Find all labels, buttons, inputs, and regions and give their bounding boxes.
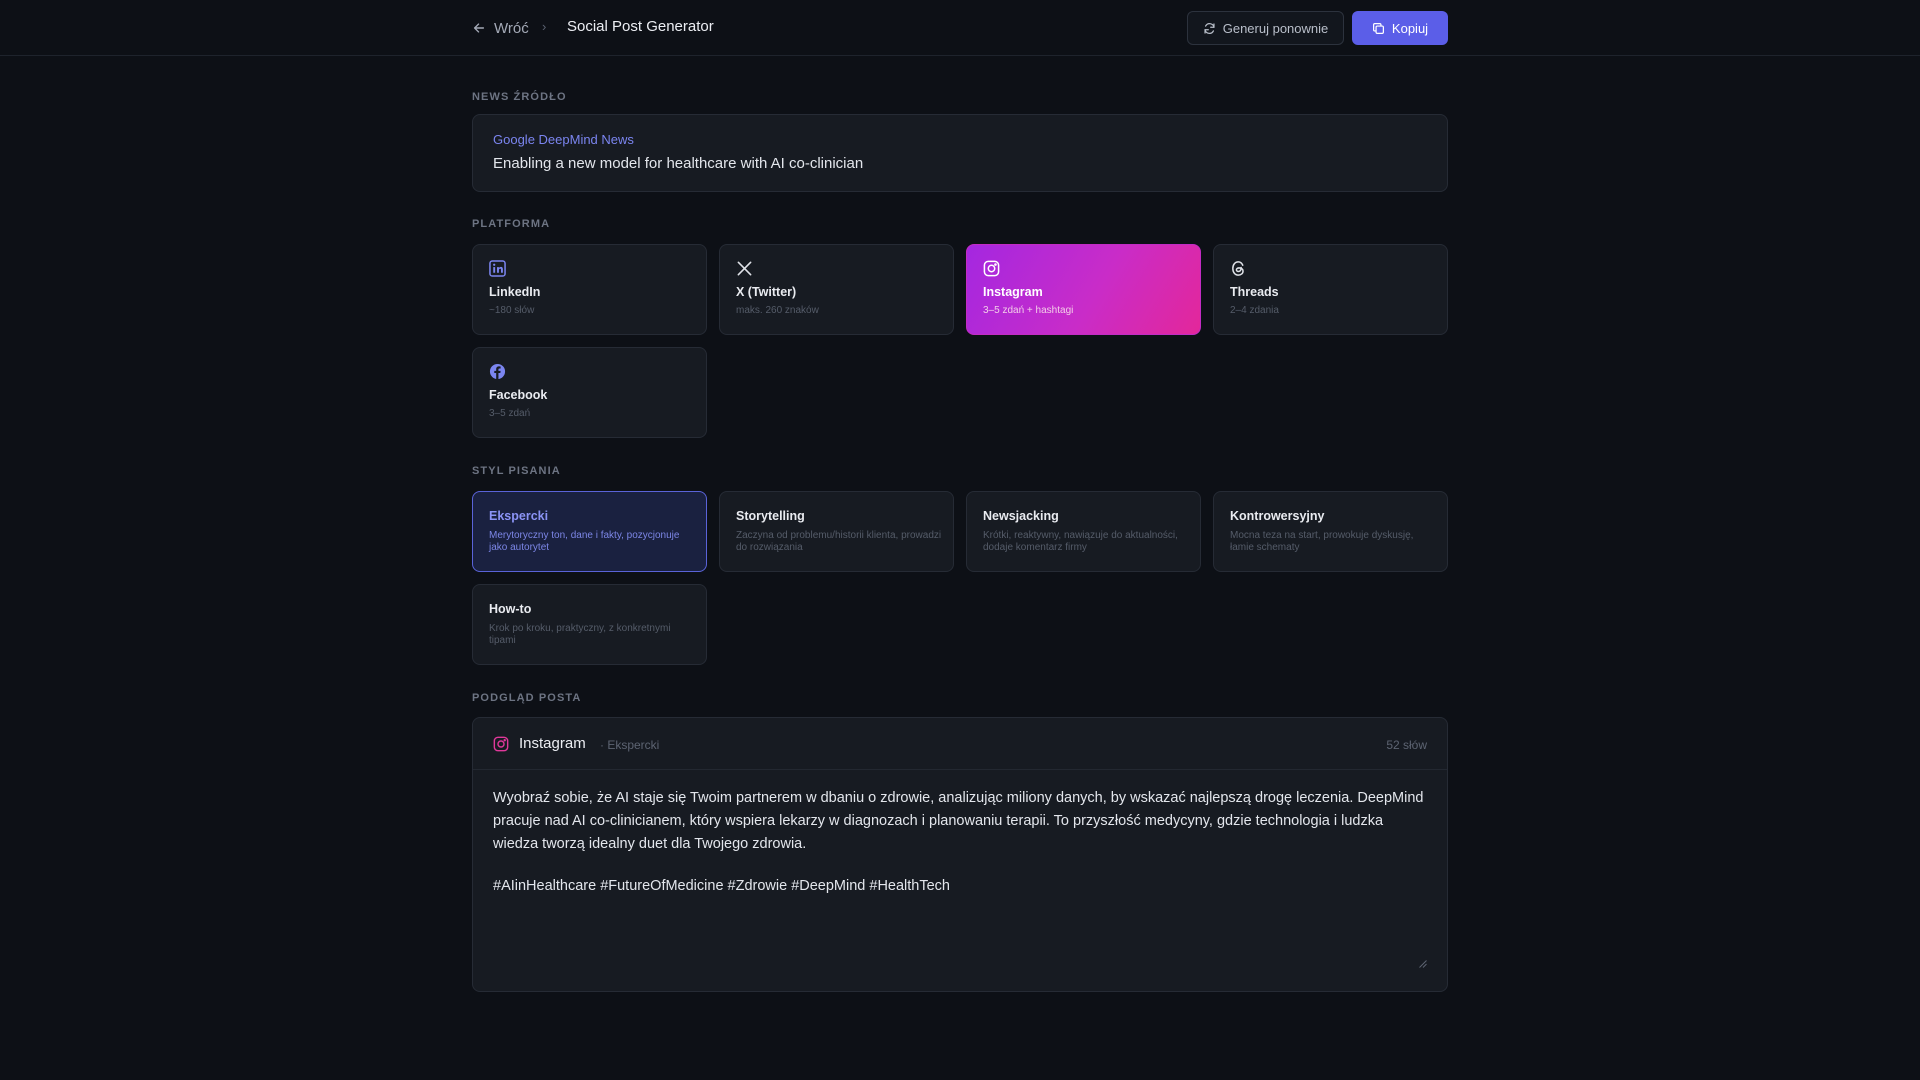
- breadcrumb-separator: ›: [542, 19, 547, 34]
- source-title: Enabling a new model for healthcare with…: [493, 155, 864, 172]
- refresh-icon: [1204, 22, 1215, 34]
- back-label: Wróć: [494, 19, 529, 37]
- platform-card-facebook[interactable]: Facebook 3–5 zdań: [472, 347, 707, 438]
- style-desc: Mocna teza na start, prowokuje dyskusję,…: [1230, 530, 1414, 553]
- platform-card-instagram[interactable]: Instagram 3–5 zdań + hashtagi: [966, 244, 1201, 335]
- instagram-icon: [983, 260, 1000, 277]
- post-hashtags[interactable]: #AIinHealthcare #FutureOfMedicine #Zdrow…: [493, 878, 950, 894]
- style-name: How-to: [489, 602, 532, 616]
- style-desc: Zaczyna od problemu/historii klienta, pr…: [736, 530, 942, 553]
- style-name: Newsjacking: [983, 509, 1059, 523]
- source-name: Google DeepMind News: [493, 132, 634, 147]
- page-title: Social Post Generator: [567, 18, 714, 35]
- style-card-how-to[interactable]: How-to Krok po kroku, praktyczny, z konk…: [472, 584, 707, 665]
- platform-desc: 2–4 zdania: [1230, 305, 1279, 316]
- preview-platform: Instagram: [519, 735, 586, 752]
- source-section-label: NEWS ŹRÓDŁO: [472, 91, 567, 103]
- source-card: Google DeepMind News Enabling a new mode…: [472, 114, 1448, 192]
- style-card-ekspercki[interactable]: Ekspercki Merytoryczny ton, dane i fakty…: [472, 491, 707, 572]
- arrow-left-icon: [473, 23, 485, 33]
- regenerate-label: Generuj ponownie: [1222, 20, 1329, 36]
- style-desc: Merytoryczny ton, dane i fakty, pozycjon…: [489, 530, 680, 553]
- style-name: Kontrowersyjny: [1230, 509, 1325, 523]
- platform-name: Facebook: [489, 388, 548, 402]
- style-card-storytelling[interactable]: Storytelling Zaczyna od problemu/histori…: [719, 491, 954, 572]
- platform-name: Instagram: [983, 285, 1043, 299]
- platform-card-linkedin[interactable]: LinkedIn ~180 słów: [472, 244, 707, 335]
- style-card-kontrowersyjny[interactable]: Kontrowersyjny Mocna teza na start, prow…: [1213, 491, 1448, 572]
- style-desc: Krok po kroku, praktyczny, z konkretnymi…: [489, 623, 671, 646]
- x-icon: [737, 261, 752, 276]
- post-preview: Instagram · Ekspercki 52 słów Wyobraź so…: [472, 717, 1448, 992]
- word-count: 52 słów: [1386, 738, 1427, 752]
- copy-label: Kopiuj: [1391, 20, 1429, 36]
- instagram-icon: [493, 736, 509, 752]
- style-name: Ekspercki: [489, 509, 549, 523]
- resize-handle-icon[interactable]: [1418, 959, 1427, 968]
- style-desc: Krótki, reaktywny, nawiązuje do aktualno…: [983, 530, 1178, 553]
- preview-header: Instagram · Ekspercki 52 słów: [473, 718, 1447, 770]
- platform-name: Threads: [1230, 285, 1279, 299]
- style-card-newsjacking[interactable]: Newsjacking Krótki, reaktywny, nawiązuje…: [966, 491, 1201, 572]
- platform-desc: 3–5 zdań + hashtagi: [983, 305, 1074, 316]
- post-body-textarea[interactable]: Wyobraź sobie, że AI staje się Twoim par…: [493, 787, 1429, 856]
- linkedin-icon: [489, 260, 506, 277]
- top-bar: Wróć › Social Post Generator Generuj pon…: [0, 0, 1920, 56]
- copy-button[interactable]: Kopiuj: [1352, 11, 1448, 45]
- platform-desc: 3–5 zdań: [489, 408, 531, 419]
- platform-name: X (Twitter): [736, 285, 797, 299]
- preview-style: · Ekspercki: [600, 738, 660, 752]
- platform-desc: maks. 260 znaków: [736, 305, 819, 316]
- copy-icon: [1372, 22, 1384, 34]
- facebook-icon: [489, 363, 506, 380]
- platform-card-x-twitter[interactable]: X (Twitter) maks. 260 znaków: [719, 244, 954, 335]
- regenerate-button[interactable]: Generuj ponownie: [1187, 11, 1344, 45]
- style-name: Storytelling: [736, 509, 805, 523]
- threads-icon: [1232, 261, 1244, 276]
- preview-section-label: PODGLĄD POSTA: [472, 692, 582, 704]
- platform-card-threads[interactable]: Threads 2–4 zdania: [1213, 244, 1448, 335]
- platform-name: LinkedIn: [489, 285, 541, 299]
- style-section-label: STYL PISANIA: [472, 465, 561, 477]
- back-button[interactable]: Wróć: [472, 18, 529, 38]
- platform-section-label: PLATFORMA: [472, 218, 551, 230]
- platform-desc: ~180 słów: [489, 305, 535, 316]
